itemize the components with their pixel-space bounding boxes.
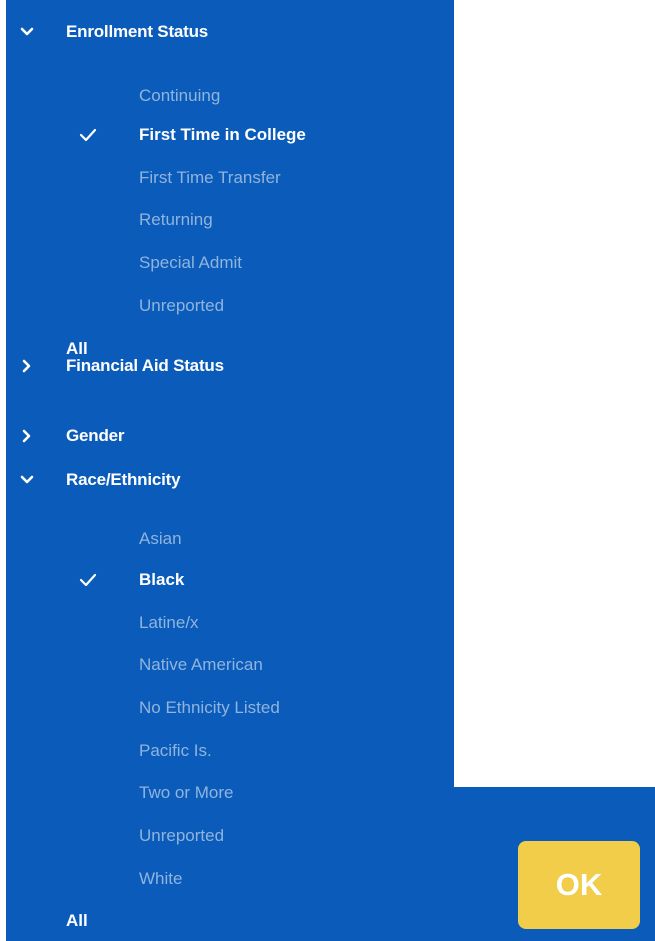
option-label: First Time Transfer [139, 168, 281, 187]
filter-header-label: Race/Ethnicity [66, 470, 181, 489]
chevron-right-icon [18, 349, 36, 383]
filter-header-label: Enrollment Status [66, 22, 209, 41]
checkmark-icon [78, 118, 98, 152]
filter-header-label: Gender [66, 426, 125, 445]
ok-button[interactable]: OK [518, 841, 640, 929]
option-label: First Time in College [139, 125, 306, 144]
chevron-right-icon [18, 419, 36, 453]
option-label: Unreported [139, 296, 225, 315]
option-label: Continuing [139, 86, 221, 105]
select-all-label: All [66, 911, 88, 930]
option-label: Asian [139, 529, 182, 548]
filter-header-label: Financial Aid Status [66, 356, 224, 375]
option-label: Latine/x [139, 613, 199, 632]
checkmark-icon [78, 563, 98, 597]
option-label: Special Admit [139, 253, 242, 272]
option-label: Pacific Is. [139, 741, 212, 760]
option-label: Returning [139, 210, 213, 229]
option-label: Two or More [139, 783, 234, 802]
option-label: Native American [139, 655, 263, 674]
option-label: Unreported [139, 826, 225, 845]
option-label: Black [139, 570, 185, 589]
option-label: White [139, 869, 183, 888]
option-label: No Ethnicity Listed [139, 698, 280, 717]
chevron-down-icon [18, 463, 36, 497]
chevron-down-icon [18, 15, 36, 49]
